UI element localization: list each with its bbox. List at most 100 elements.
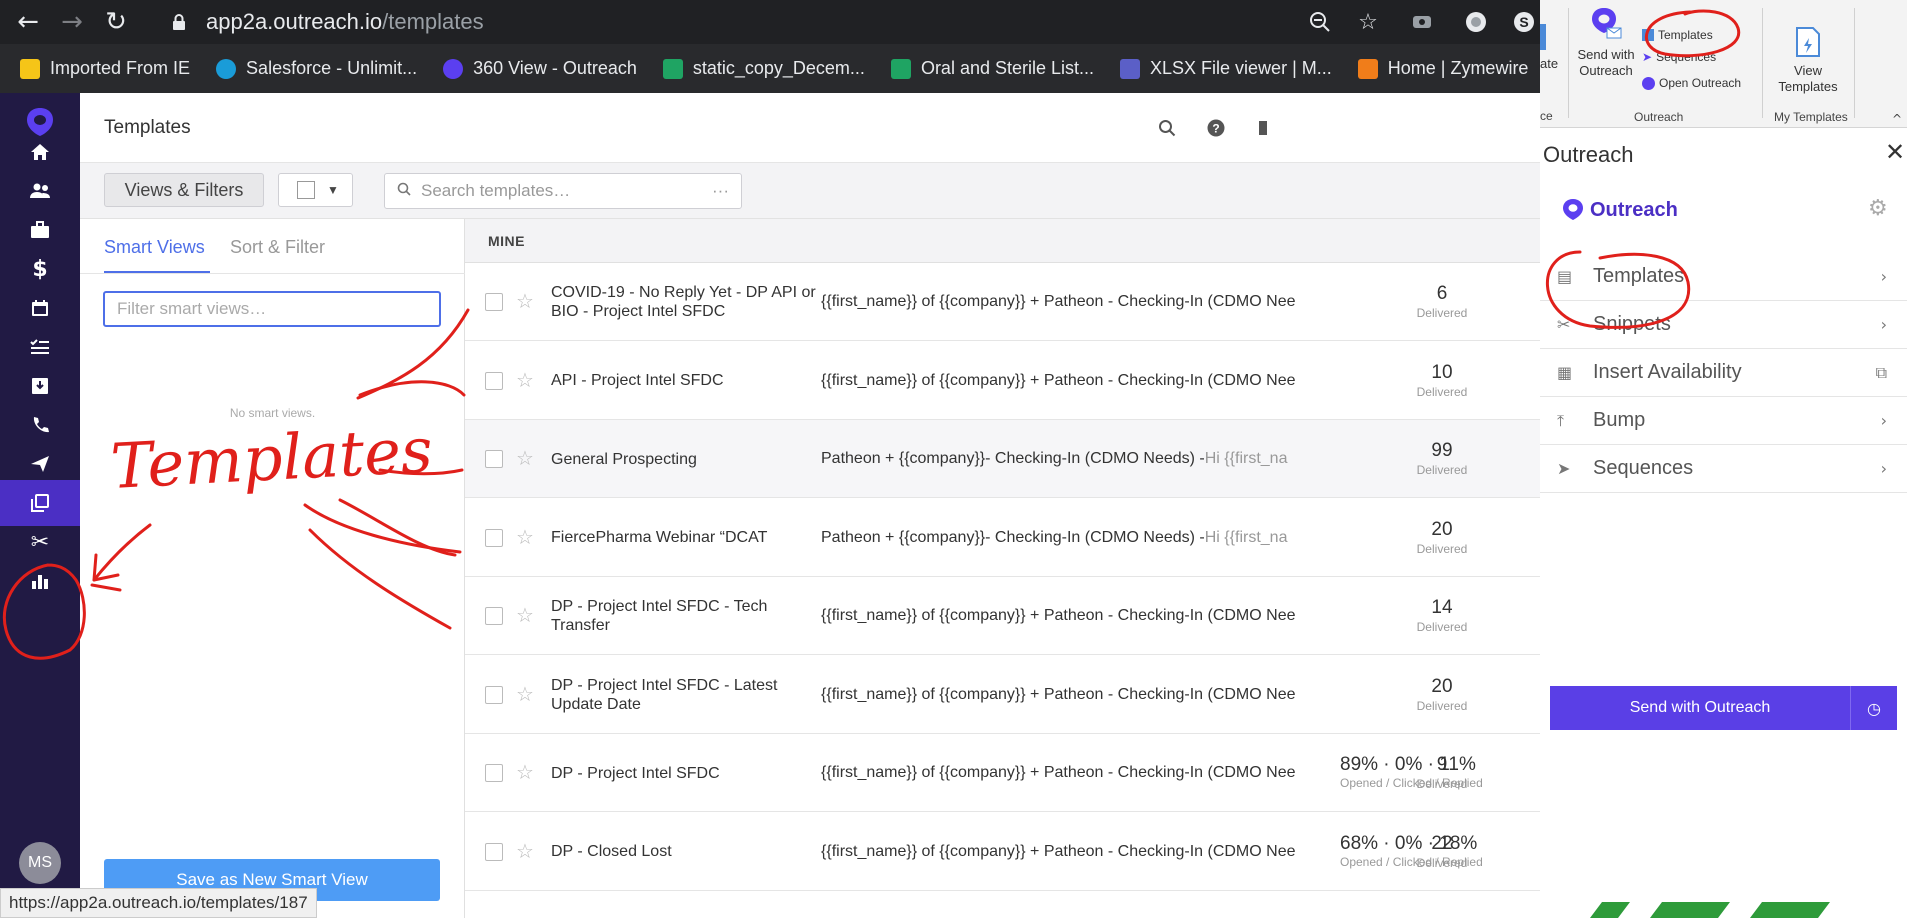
template-name[interactable]: API - Project Intel SFDC: [551, 342, 821, 420]
addin-menu-bump[interactable]: ⤒ Bump ›: [1540, 397, 1907, 445]
ribbon-separator: [1762, 8, 1763, 118]
row-checkbox[interactable]: [485, 293, 503, 311]
row-checkbox[interactable]: [485, 450, 503, 468]
logo-text: Outreach: [1590, 198, 1678, 221]
table-row[interactable]: ☆ DP - Project Intel SFDC - Tech Transfer…: [465, 577, 1540, 655]
star-icon[interactable]: ☆: [516, 289, 534, 313]
views-filters-button[interactable]: Views & Filters: [104, 173, 264, 207]
star-icon[interactable]: ☆: [516, 839, 534, 863]
bookmark-item[interactable]: Oral and Sterile List...: [890, 58, 1094, 79]
bookmark-item[interactable]: static_copy_Decem...: [662, 58, 865, 79]
table-row[interactable]: ☆ DP - Project Intel SFDC - Latest Update…: [465, 655, 1540, 734]
schedule-clock-icon[interactable]: ◷: [1850, 686, 1897, 730]
template-name[interactable]: DP - Project Intel SFDC - Latest Update …: [551, 656, 821, 734]
template-name[interactable]: DP - Project Intel SFDC - Tech Transfer: [551, 577, 821, 655]
ribbon-send-with-outreach[interactable]: Send with Outreach: [1574, 6, 1638, 79]
row-checkbox[interactable]: [485, 842, 503, 861]
bookmark-item[interactable]: Home | Zymewire: [1357, 58, 1529, 79]
skype-icon[interactable]: S: [1510, 8, 1538, 36]
collapse-ribbon-icon[interactable]: ^: [1892, 112, 1902, 126]
back-arrow-icon[interactable]: ←: [6, 0, 50, 44]
reload-icon[interactable]: ↻: [94, 0, 138, 44]
delivered-count: 20 Delivered: [1416, 675, 1468, 713]
row-checkbox[interactable]: [485, 528, 503, 547]
star-icon[interactable]: ☆: [516, 603, 534, 627]
ribbon-templates[interactable]: Templates: [1642, 28, 1713, 42]
table-row[interactable]: ☆ DP - Closed Lost {{first_name}} of {{com…: [465, 812, 1540, 891]
bookmark-item[interactable]: 360 View - Outreach: [443, 58, 637, 79]
close-icon[interactable]: ✕: [1885, 138, 1905, 167]
address-bar[interactable]: app2a.outreach.io/templates: [170, 4, 1440, 40]
apps-icon[interactable]: [1252, 115, 1278, 141]
user-avatar[interactable]: MS: [19, 842, 61, 884]
select-all-checkbox[interactable]: [297, 181, 315, 199]
template-name[interactable]: COVID-19 - No Reply Yet - DP API or BIO …: [551, 263, 821, 341]
send-with-outreach-button[interactable]: Send with Outreach ◷: [1550, 686, 1897, 730]
background-logo-fragment: [1590, 902, 1830, 918]
addin-menu-templates[interactable]: ▤ Templates ›: [1540, 253, 1907, 301]
lock-icon: [170, 13, 188, 31]
addin-menu-sequences[interactable]: ➤ Sequences ›: [1540, 445, 1907, 493]
ribbon-sequences[interactable]: ➤ Sequences: [1642, 50, 1716, 64]
table-row[interactable]: ☆ DP - Project Intel SFDC {{first_name}} o…: [465, 734, 1540, 812]
filter-smart-views-input[interactable]: Filter smart views…: [103, 291, 441, 327]
ribbon-cut-label: ate: [1540, 56, 1559, 71]
template-name[interactable]: DP - Closed Lost: [551, 813, 821, 891]
help-icon[interactable]: ?: [1203, 115, 1229, 141]
template-name[interactable]: DP - Project Intel SFDC: [551, 734, 821, 812]
table-row[interactable]: ☆ COVID-19 - No Reply Yet - DP API or BIO…: [465, 263, 1540, 341]
reports-icon[interactable]: [0, 558, 80, 604]
more-options-icon[interactable]: ···: [712, 181, 729, 201]
tab-sort-filter[interactable]: Sort & Filter: [230, 237, 325, 258]
forward-arrow-icon[interactable]: →: [50, 0, 94, 44]
star-icon[interactable]: ☆: [516, 760, 534, 784]
tab-smart-views[interactable]: Smart Views: [104, 237, 205, 258]
empty-state-text: No smart views.: [229, 406, 316, 420]
table-row[interactable]: ☆ General Prospecting Patheon + {{company}…: [465, 420, 1540, 498]
left-nav: $ ✂ MS: [0, 93, 80, 918]
template-name[interactable]: General Prospecting: [551, 420, 821, 498]
bulk-select-dropdown[interactable]: ▼: [278, 173, 353, 207]
star-icon[interactable]: ☆: [516, 682, 534, 706]
send-icon: ➤: [1557, 459, 1571, 478]
outreach-addin-panel: Outreach ✕ Outreach ⚙ ▤ Templates › ✂ Snippe…: [1540, 128, 1907, 918]
gear-icon[interactable]: ⚙: [1868, 196, 1888, 221]
sheets-icon: [890, 58, 911, 79]
template-preview: Hi {{first_na: [1204, 450, 1288, 467]
star-icon[interactable]: ☆: [516, 446, 534, 470]
row-checkbox[interactable]: [485, 685, 503, 704]
view-templates-icon: [1796, 27, 1820, 57]
row-checkbox[interactable]: [485, 607, 503, 625]
template-name[interactable]: FiercePharma Webinar “DCAT: [551, 499, 821, 577]
folder-icon: [20, 58, 40, 79]
star-icon[interactable]: ☆: [516, 368, 534, 392]
row-checkbox[interactable]: [485, 371, 503, 390]
extension-icon[interactable]: [1408, 8, 1436, 36]
bookmark-item[interactable]: Imported From IE: [20, 58, 190, 79]
bookmark-item[interactable]: Salesforce - Unlimit...: [216, 58, 417, 79]
bookmark-star-icon[interactable]: ☆: [1354, 8, 1382, 36]
ribbon-cut-group: ce: [1540, 109, 1553, 123]
table-row[interactable]: ☆ FiercePharma Webinar “DCAT Patheon + {{c…: [465, 498, 1540, 577]
templates-toolbar: Views & Filters ▼ Search templates… ···: [80, 163, 1540, 219]
external-link-icon: ⧉: [1875, 362, 1887, 382]
send-icon: ➤: [1642, 50, 1653, 64]
search-icon[interactable]: [1154, 115, 1180, 141]
addin-menu-insert-availability[interactable]: ▦ Insert Availability ⧉: [1540, 349, 1907, 397]
bookmark-label: Home | Zymewire: [1387, 58, 1529, 78]
search-icon: [397, 182, 411, 200]
ribbon-open-outreach[interactable]: Open Outreach: [1642, 76, 1741, 90]
ribbon-view-templates[interactable]: View Templates: [1768, 26, 1848, 95]
page-header: Templates ?: [80, 93, 1540, 163]
extension-circle-icon[interactable]: [1462, 8, 1490, 36]
search-templates-input[interactable]: Search templates… ···: [384, 173, 742, 209]
row-checkbox[interactable]: [485, 764, 503, 782]
star-icon[interactable]: ☆: [516, 525, 534, 549]
bookmark-item[interactable]: XLSX File viewer | M...: [1120, 58, 1332, 79]
addin-menu-snippets[interactable]: ✂ Snippets ›: [1540, 301, 1907, 349]
template-subject: {{first_name}} of {{company}} + Patheon …: [821, 764, 1296, 781]
bookmark-label: XLSX File viewer | M...: [1150, 58, 1332, 78]
zoom-icon[interactable]: [1306, 8, 1334, 36]
bookmark-label: Salesforce - Unlimit...: [246, 58, 418, 78]
table-row[interactable]: ☆ API - Project Intel SFDC {{first_name}} …: [465, 341, 1540, 420]
